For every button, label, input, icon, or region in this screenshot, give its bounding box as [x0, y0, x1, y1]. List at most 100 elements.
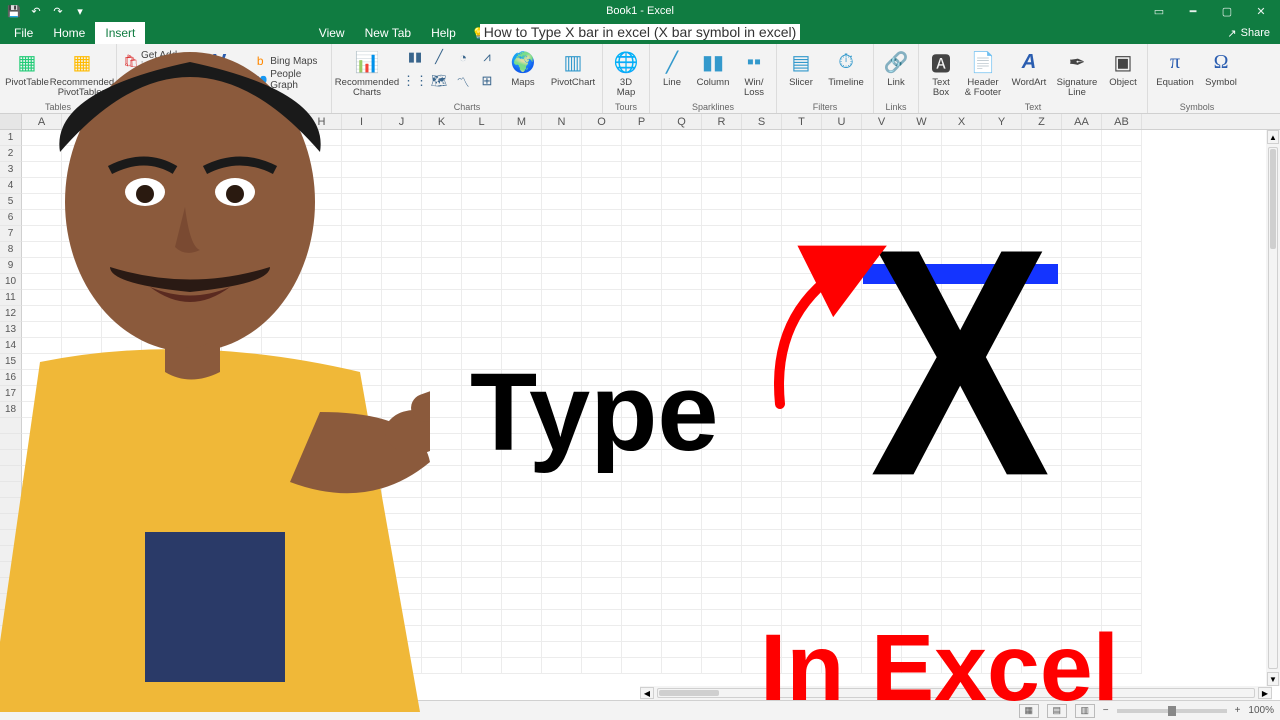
- cell[interactable]: [702, 514, 742, 530]
- cell[interactable]: [102, 450, 142, 466]
- cell[interactable]: [302, 562, 342, 578]
- cell[interactable]: [22, 210, 62, 226]
- cell[interactable]: [62, 514, 102, 530]
- cell[interactable]: [422, 530, 462, 546]
- cell[interactable]: [222, 610, 262, 626]
- cell[interactable]: [1102, 434, 1142, 450]
- column-header[interactable]: M: [502, 114, 542, 129]
- cell[interactable]: [542, 258, 582, 274]
- row-header[interactable]: 14: [0, 338, 22, 354]
- cell[interactable]: [62, 658, 102, 674]
- cell[interactable]: [1022, 434, 1062, 450]
- cell[interactable]: [862, 370, 902, 386]
- cell[interactable]: [822, 514, 862, 530]
- cell[interactable]: [742, 578, 782, 594]
- cell[interactable]: [262, 642, 302, 658]
- cell[interactable]: [262, 242, 302, 258]
- map-chart-icon[interactable]: 🗺: [428, 70, 450, 92]
- cell[interactable]: [822, 194, 862, 210]
- cell[interactable]: [422, 642, 462, 658]
- tab-help[interactable]: Help: [421, 22, 466, 44]
- cell[interactable]: [22, 274, 62, 290]
- cell[interactable]: [1102, 130, 1142, 146]
- cell[interactable]: [702, 626, 742, 642]
- my-addins-button[interactable]: ▤ My Add-ins: [121, 71, 189, 89]
- cell[interactable]: [782, 242, 822, 258]
- cell[interactable]: [982, 610, 1022, 626]
- cell[interactable]: [62, 562, 102, 578]
- column-header[interactable]: Q: [662, 114, 702, 129]
- cell[interactable]: [382, 386, 422, 402]
- row-header[interactable]: [0, 498, 22, 514]
- cell[interactable]: [822, 498, 862, 514]
- cell[interactable]: [1022, 642, 1062, 658]
- cell[interactable]: [502, 370, 542, 386]
- cell[interactable]: [662, 626, 702, 642]
- cell[interactable]: [422, 546, 462, 562]
- cell[interactable]: [902, 338, 942, 354]
- cell[interactable]: [862, 418, 902, 434]
- cell[interactable]: [262, 338, 302, 354]
- cell[interactable]: [102, 258, 142, 274]
- cell[interactable]: [782, 178, 822, 194]
- cell[interactable]: [982, 338, 1022, 354]
- cell[interactable]: [1062, 610, 1102, 626]
- cell[interactable]: [102, 514, 142, 530]
- cell[interactable]: [982, 546, 1022, 562]
- cell[interactable]: [942, 546, 982, 562]
- scroll-left-icon[interactable]: ◀: [640, 687, 654, 699]
- cell[interactable]: [1062, 562, 1102, 578]
- cell[interactable]: [462, 146, 502, 162]
- cell[interactable]: [902, 354, 942, 370]
- cell[interactable]: [822, 562, 862, 578]
- cell[interactable]: [782, 658, 822, 674]
- cell[interactable]: [382, 210, 422, 226]
- cell[interactable]: [942, 418, 982, 434]
- cell[interactable]: [22, 434, 62, 450]
- cell[interactable]: [862, 354, 902, 370]
- cell[interactable]: [622, 354, 662, 370]
- cell[interactable]: [822, 306, 862, 322]
- cell[interactable]: [822, 642, 862, 658]
- cell[interactable]: [542, 290, 582, 306]
- cell[interactable]: [662, 498, 702, 514]
- cell[interactable]: [142, 626, 182, 642]
- cell[interactable]: [382, 338, 422, 354]
- cell[interactable]: [622, 322, 662, 338]
- cell[interactable]: [142, 242, 182, 258]
- cell[interactable]: [1062, 306, 1102, 322]
- cell[interactable]: [342, 594, 382, 610]
- cell[interactable]: [62, 642, 102, 658]
- row-header[interactable]: [0, 418, 22, 434]
- cell[interactable]: [1062, 418, 1102, 434]
- cell[interactable]: [62, 242, 102, 258]
- cell[interactable]: [862, 338, 902, 354]
- cell[interactable]: [742, 658, 782, 674]
- cell[interactable]: [22, 642, 62, 658]
- cell[interactable]: [262, 626, 302, 642]
- cell[interactable]: [782, 498, 822, 514]
- cell[interactable]: [662, 178, 702, 194]
- cell[interactable]: [62, 498, 102, 514]
- ribbon-options-icon[interactable]: ▭: [1144, 5, 1174, 18]
- cell[interactable]: [582, 562, 622, 578]
- cell[interactable]: [902, 242, 942, 258]
- cell[interactable]: [502, 658, 542, 674]
- cell[interactable]: [1102, 530, 1142, 546]
- cell[interactable]: [982, 402, 1022, 418]
- cell[interactable]: [62, 578, 102, 594]
- cell[interactable]: [982, 578, 1022, 594]
- cell[interactable]: [222, 162, 262, 178]
- cell[interactable]: [902, 418, 942, 434]
- cell[interactable]: [1102, 514, 1142, 530]
- cell[interactable]: [342, 162, 382, 178]
- cell[interactable]: [142, 322, 182, 338]
- cell[interactable]: [422, 306, 462, 322]
- cell[interactable]: [22, 178, 62, 194]
- cell[interactable]: [582, 498, 622, 514]
- cell[interactable]: [182, 386, 222, 402]
- cell[interactable]: [302, 482, 342, 498]
- textbox-button[interactable]: 🅰 Text Box: [923, 46, 959, 98]
- cell[interactable]: [902, 290, 942, 306]
- cell[interactable]: [902, 386, 942, 402]
